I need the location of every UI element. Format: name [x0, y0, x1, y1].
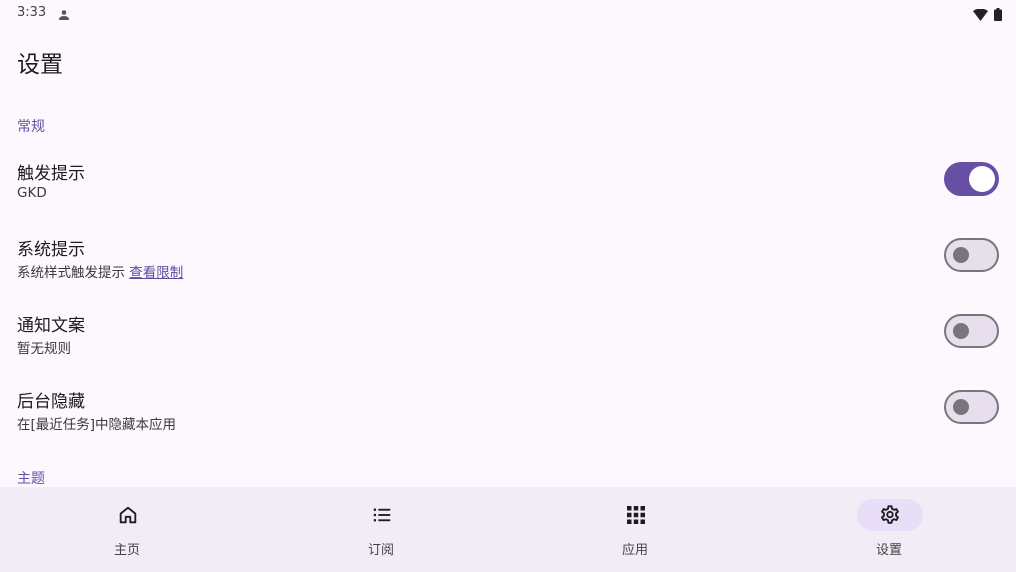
bottom-navigation: 主页 订阅 应用 设置 — [0, 487, 1016, 572]
status-time: 3:33 — [17, 5, 47, 20]
home-icon — [95, 499, 161, 531]
setting-title: 系统提示 — [17, 240, 85, 260]
nav-item-settings[interactable]: 设置 — [762, 487, 1016, 572]
list-icon — [349, 499, 415, 531]
trigger-tip-switch[interactable] — [944, 162, 999, 196]
battery-icon — [994, 6, 1002, 25]
switch-knob — [969, 166, 995, 192]
wifi-icon — [973, 6, 988, 25]
switch-knob — [953, 399, 969, 415]
nav-label: 主页 — [113, 543, 140, 558]
setting-row-hide-background[interactable]: 后台隐藏 在[最近任务]中隐藏本应用 — [0, 387, 1016, 463]
nav-item-subscriptions[interactable]: 订阅 — [254, 487, 508, 572]
setting-subtitle: 系统样式触发提示 查看限制 — [17, 261, 183, 281]
nav-label: 订阅 — [367, 543, 394, 558]
view-limits-link[interactable]: 查看限制 — [129, 265, 183, 281]
apps-grid-icon — [603, 499, 669, 531]
setting-subtitle: 暂无规则 — [17, 341, 71, 357]
section-header-general: 常规 — [17, 119, 45, 135]
nav-label: 应用 — [621, 543, 648, 558]
setting-row-system-tip[interactable]: 系统提示 系统样式触发提示 查看限制 — [0, 235, 1016, 311]
nav-label: 设置 — [875, 543, 902, 558]
setting-subtitle: GKD — [17, 185, 47, 201]
setting-subtitle: 在[最近任务]中隐藏本应用 — [17, 417, 177, 433]
setting-row-trigger-tip[interactable]: 触发提示 GKD — [0, 159, 1016, 235]
hide-background-switch[interactable] — [944, 390, 999, 424]
gear-icon — [857, 499, 923, 531]
nav-item-apps[interactable]: 应用 — [508, 487, 762, 572]
status-bar: 3:33 — [0, 0, 1016, 26]
setting-row-notification-text[interactable]: 通知文案 暂无规则 — [0, 311, 1016, 387]
setting-subtitle-text: 系统样式触发提示 — [17, 265, 125, 281]
nav-item-home[interactable]: 主页 — [0, 487, 254, 572]
section-header-theme: 主题 — [17, 471, 45, 487]
setting-title: 触发提示 — [17, 164, 85, 184]
switch-knob — [953, 247, 969, 263]
person-icon — [58, 6, 70, 25]
switch-knob — [953, 323, 969, 339]
setting-title: 通知文案 — [17, 316, 85, 336]
status-icons — [973, 6, 1002, 25]
system-tip-switch[interactable] — [944, 238, 999, 272]
page-title: 设置 — [17, 52, 63, 78]
setting-title: 后台隐藏 — [17, 392, 85, 412]
notification-text-switch[interactable] — [944, 314, 999, 348]
